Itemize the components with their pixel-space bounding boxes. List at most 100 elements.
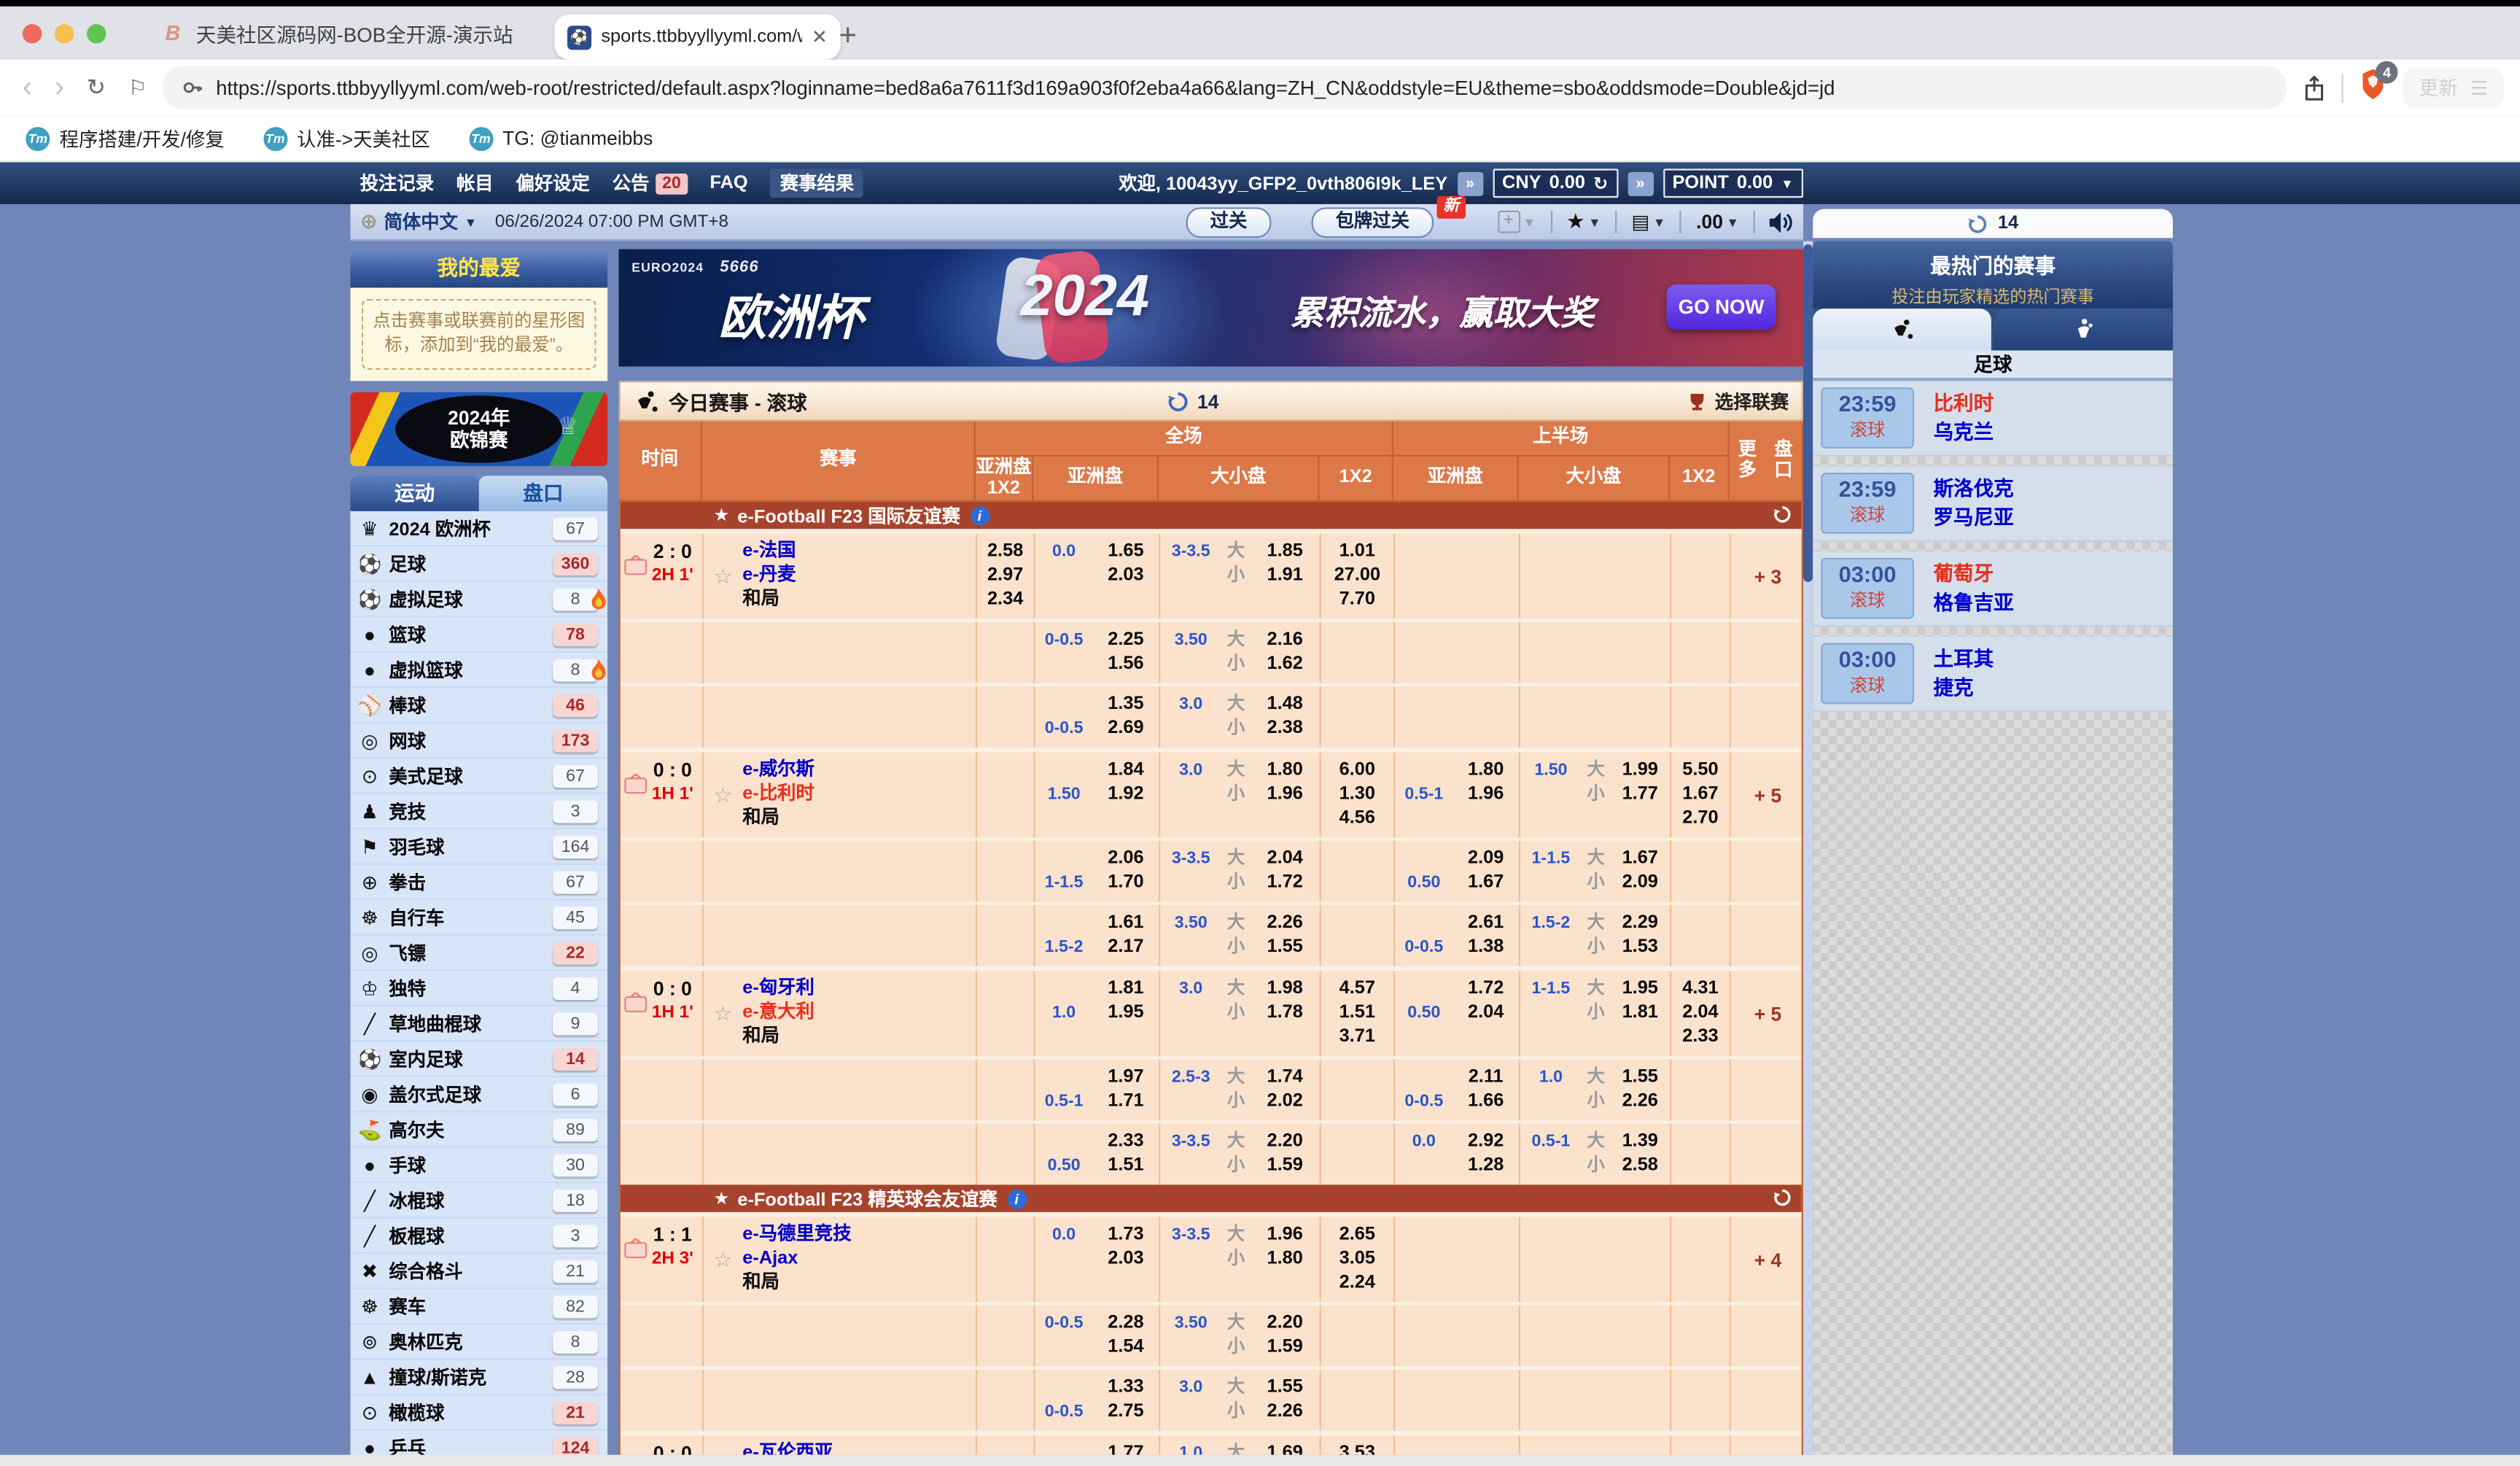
more-markets-cell[interactable]: + 4	[1731, 1217, 1803, 1302]
live-tv-icon[interactable]	[623, 554, 648, 583]
over-under-cell[interactable]: 3-3.5大2.04 小1.72	[1160, 841, 1321, 902]
more-markets-cell[interactable]	[1731, 841, 1803, 902]
half-1x2-cell[interactable]	[1671, 622, 1731, 683]
sidebar-sport-冰棍球[interactable]: ╱冰棍球18	[350, 1183, 607, 1218]
star-icon[interactable]: ★	[714, 1188, 730, 1209]
asian-handicap-cell[interactable]	[1395, 1435, 1520, 1454]
home-team[interactable]: e-威尔斯	[742, 759, 976, 783]
half-1x2-cell[interactable]	[1671, 841, 1731, 902]
half-1x2-cell[interactable]: 4.312.042.33	[1671, 971, 1731, 1056]
asian-handicap-cell[interactable]: 0-0.52.28 1.54	[1035, 1306, 1160, 1367]
over-under-cell[interactable]	[1520, 622, 1671, 683]
over-under-cell[interactable]: 3.50大2.16 小1.62	[1160, 622, 1321, 683]
draw-label[interactable]: 和局	[742, 1025, 976, 1050]
close-window-button[interactable]	[23, 23, 42, 42]
more-markets-count[interactable]: + 4	[1731, 1223, 1803, 1295]
sound-icon[interactable]	[1770, 212, 1794, 233]
1x2-cell[interactable]	[1321, 905, 1395, 966]
more-markets-cell[interactable]	[1731, 1124, 1803, 1185]
sidebar-sport-羽毛球[interactable]: ⚑羽毛球164	[350, 829, 607, 864]
more-markets-count[interactable]: + 4	[1731, 1442, 1803, 1455]
asian-handicap-cell[interactable]	[1395, 1306, 1520, 1367]
live-tv-icon[interactable]	[623, 1238, 648, 1267]
more-markets-cell[interactable]	[1731, 1370, 1803, 1431]
favorite-star-icon[interactable]: ☆	[714, 565, 733, 590]
collapse-balance-button[interactable]: »	[1457, 171, 1482, 195]
sidebar-sport-虚拟足球[interactable]: ⚽虚拟足球8	[350, 582, 607, 617]
ah-1x2-cell[interactable]	[977, 686, 1035, 748]
asian-handicap-cell[interactable]	[1395, 1370, 1520, 1431]
sidebar-sport-草地曲棍球[interactable]: ╱草地曲棍球9	[350, 1007, 607, 1042]
more-markets-cell[interactable]: + 4	[1731, 1435, 1803, 1454]
sidebar-sport-乒乓[interactable]: ●乒乓124	[350, 1431, 607, 1457]
more-markets-count[interactable]: + 3	[1731, 540, 1803, 613]
asian-handicap-cell[interactable]: 1.970.5-11.71	[1035, 1059, 1160, 1120]
half-1x2-cell[interactable]	[1671, 1435, 1731, 1454]
favorite-star-icon[interactable]: ☆	[714, 1247, 733, 1273]
half-1x2-cell[interactable]	[1671, 534, 1731, 619]
more-markets-cell[interactable]	[1731, 905, 1803, 966]
reload-icon[interactable]: ↻	[87, 74, 106, 101]
refresh-icon[interactable]	[1967, 213, 1988, 234]
language-selector[interactable]: ⊕ 简体中文 ▼	[360, 204, 478, 239]
back-icon[interactable]: ‹	[23, 71, 32, 104]
hot-tab-soccer[interactable]	[1813, 309, 1991, 350]
half-1x2-cell[interactable]	[1671, 1370, 1731, 1431]
1x2-cell[interactable]: 6.001.304.56	[1321, 753, 1395, 838]
sidebar-sport-盖尔式足球[interactable]: ◉盖尔式足球6	[350, 1077, 607, 1112]
home-team[interactable]: e-马德里竞技	[742, 1223, 976, 1247]
bookmark-item[interactable]: Tm程序搭建/开发/修复	[26, 125, 225, 152]
maximize-window-button[interactable]	[87, 23, 106, 42]
sidebar-sport-手球[interactable]: ●手球30	[350, 1148, 607, 1183]
1x2-cell[interactable]	[1321, 622, 1395, 683]
browser-tab-inactive[interactable]: B 天美社区源码网-BOB全开源-演示站	[160, 18, 513, 48]
ah-1x2-cell[interactable]: 2.582.972.34	[977, 534, 1035, 619]
sidebar-sport-自行车[interactable]: ☸自行车45	[350, 900, 607, 935]
ah-1x2-cell[interactable]	[977, 971, 1035, 1056]
hot-away-team[interactable]: 捷克	[1934, 674, 1994, 703]
scrollbar-thumb[interactable]	[1803, 244, 1813, 582]
ah-1x2-cell[interactable]	[977, 1306, 1035, 1367]
over-under-cell[interactable]	[1520, 1435, 1671, 1454]
over-under-cell[interactable]	[1520, 686, 1671, 748]
half-1x2-cell[interactable]	[1671, 1059, 1731, 1120]
sidebar-sport-高尔夫[interactable]: ⛳高尔夫89	[350, 1112, 607, 1147]
sidebar-sport-美式足球[interactable]: ⊙美式足球67	[350, 759, 607, 794]
hot-match-card[interactable]: 23:59滚球比利时乌克兰	[1813, 381, 2173, 457]
favorite-star-icon[interactable]: ☆	[714, 1001, 733, 1027]
select-league-button[interactable]: 选择联赛	[1687, 388, 1789, 414]
over-under-cell[interactable]: 3-3.5大1.85 小1.91	[1160, 534, 1321, 619]
over-under-cell[interactable]: 2.5-3大1.74 小2.02	[1160, 1059, 1321, 1120]
balance-box[interactable]: CNY 0.00 ↻	[1493, 168, 1618, 198]
over-under-cell[interactable]: 1-1.5大1.67 小2.09	[1520, 841, 1671, 902]
1x2-cell[interactable]: 2.653.052.24	[1321, 1217, 1395, 1302]
euro-2024-side-banner[interactable]: 2024年 欧锦赛 ♕	[350, 392, 607, 466]
tab-sports[interactable]: 运动	[350, 476, 478, 511]
over-under-cell[interactable]: 3-3.5大2.20 小1.59	[1160, 1124, 1321, 1185]
hot-home-team[interactable]: 斯洛伐克	[1934, 474, 2014, 503]
refresh-icon[interactable]	[1167, 389, 1189, 412]
more-markets-cell[interactable]	[1731, 1306, 1803, 1367]
away-team[interactable]: e-丹麦	[742, 565, 976, 589]
over-under-cell[interactable]: 1.50大1.99 小1.77	[1520, 753, 1671, 838]
more-markets-cell[interactable]: + 5	[1731, 753, 1803, 838]
close-tab-icon[interactable]: ✕	[812, 26, 828, 48]
home-team[interactable]: e-瓦伦西亚	[742, 1442, 976, 1455]
favorites-star-button[interactable]: ★▼	[1566, 209, 1601, 235]
asian-handicap-cell[interactable]: 1.841.501.92	[1035, 753, 1160, 838]
nav-item-偏好设定[interactable]: 偏好设定	[516, 171, 590, 196]
1x2-cell[interactable]: 1.0127.007.70	[1321, 534, 1395, 619]
live-tv-icon[interactable]	[623, 992, 648, 1021]
sidebar-sport-2024 欧洲杯[interactable]: ♛2024 欧洲杯67	[350, 511, 607, 546]
half-1x2-cell[interactable]	[1671, 905, 1731, 966]
1x2-cell[interactable]	[1321, 686, 1395, 748]
asian-handicap-cell[interactable]: 2.330.501.51	[1035, 1124, 1160, 1185]
nav-item-投注记录[interactable]: 投注记录	[360, 171, 434, 196]
ah-1x2-cell[interactable]	[977, 1059, 1035, 1120]
sidebar-sport-撞球/斯诺克[interactable]: ▲撞球/斯诺克28	[350, 1360, 607, 1395]
ah-1x2-cell[interactable]	[977, 841, 1035, 902]
view-mode-button[interactable]: ▤▼	[1631, 211, 1665, 233]
ah-1x2-cell[interactable]	[977, 1124, 1035, 1185]
away-team[interactable]: e-意大利	[742, 1001, 976, 1025]
asian-handicap-cell[interactable]: 1.770-0.51.99	[1035, 1435, 1160, 1454]
